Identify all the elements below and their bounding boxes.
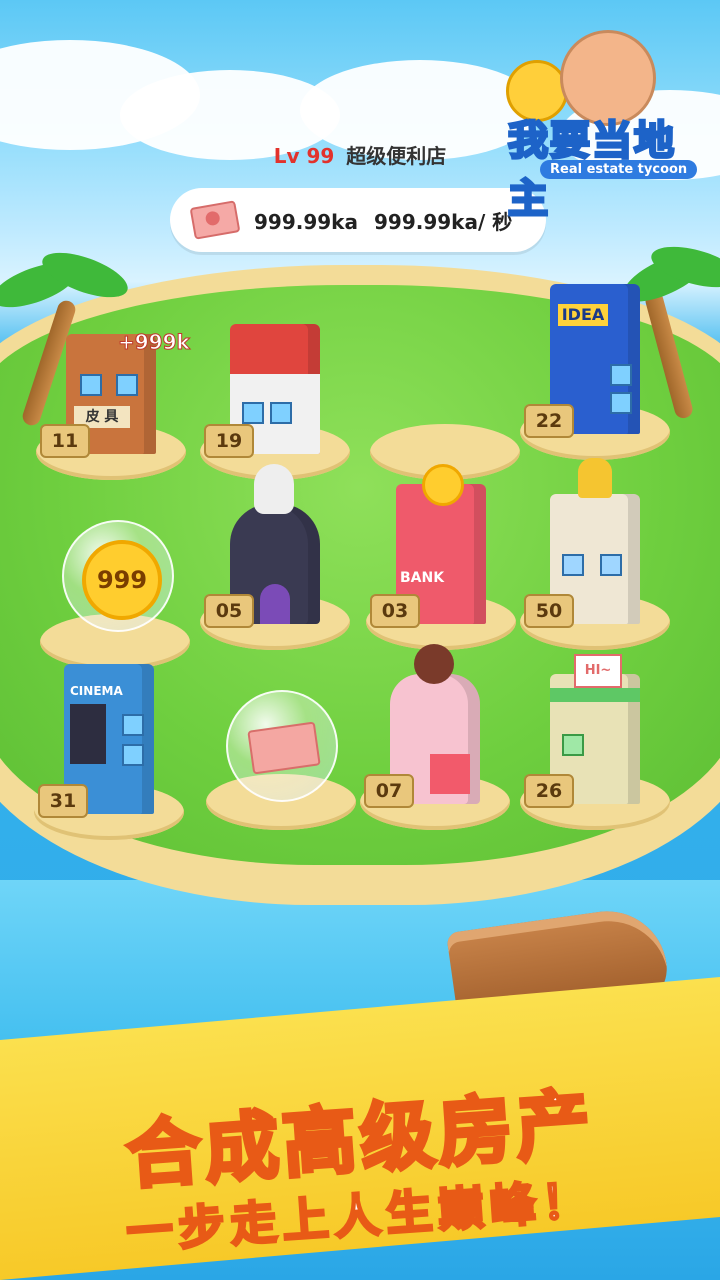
level-badge: 26 xyxy=(524,774,574,808)
level-label: Lv 99 xyxy=(273,144,335,168)
empty-slot[interactable] xyxy=(370,310,520,480)
building-slot[interactable]: 05 xyxy=(200,464,350,650)
money-total: 999.99ka xyxy=(254,209,358,234)
building-slot[interactable]: 50 xyxy=(520,458,670,650)
income-popup: +999k xyxy=(118,330,191,355)
shop-name: 超级便利店 xyxy=(346,144,447,168)
level-badge: 03 xyxy=(370,594,420,628)
level-badge: 22 xyxy=(524,404,574,438)
building-slot[interactable]: IDEA 22 xyxy=(520,284,670,460)
level-badge: 11 xyxy=(40,424,90,458)
level-badge: 31 xyxy=(38,784,88,818)
store-sign: IDEA xyxy=(558,304,608,326)
logo-subtitle: Real estate tycoon xyxy=(540,160,698,179)
bank-sign: BANK xyxy=(400,570,445,586)
building-slot[interactable]: 19 xyxy=(200,310,350,480)
ice-cream-icon xyxy=(414,644,454,684)
game-scene: Lv 99 超级便利店 999.99ka 999.99ka/ 秒 我要当地主 Rea… xyxy=(0,0,720,1280)
level-badge: 50 xyxy=(524,594,574,628)
cash-stack-icon xyxy=(247,721,321,775)
golden-statue-icon xyxy=(578,458,612,498)
game-logo: 我要当地主 Real estate tycoon xyxy=(500,20,710,224)
level-badge: 07 xyxy=(364,774,414,808)
cinema-sign: CINEMA xyxy=(70,684,123,698)
letter-sign: HI~ xyxy=(574,654,622,688)
level-badge: 19 xyxy=(204,424,254,458)
building-slot[interactable]: CINEMA 31 xyxy=(34,664,184,840)
cash-icon xyxy=(189,200,241,240)
building-slot[interactable]: BANK 03 xyxy=(366,464,516,650)
coin-bubble[interactable]: 999 xyxy=(62,520,174,632)
coin-slot[interactable]: 999 xyxy=(40,500,190,670)
coin-value: 999 xyxy=(82,540,162,620)
money-rate: 999.99ka/ 秒 xyxy=(373,209,513,234)
rabbit-icon xyxy=(254,464,294,514)
building-slot[interactable]: HI~ 26 xyxy=(520,654,670,830)
yen-coin-icon xyxy=(422,464,464,506)
level-badge: 05 xyxy=(204,594,254,628)
building-slot[interactable]: 07 xyxy=(360,644,510,830)
cash-bubble[interactable] xyxy=(226,690,338,802)
cash-slot[interactable] xyxy=(206,660,356,830)
money-panel: 999.99ka 999.99ka/ 秒 xyxy=(170,188,546,252)
